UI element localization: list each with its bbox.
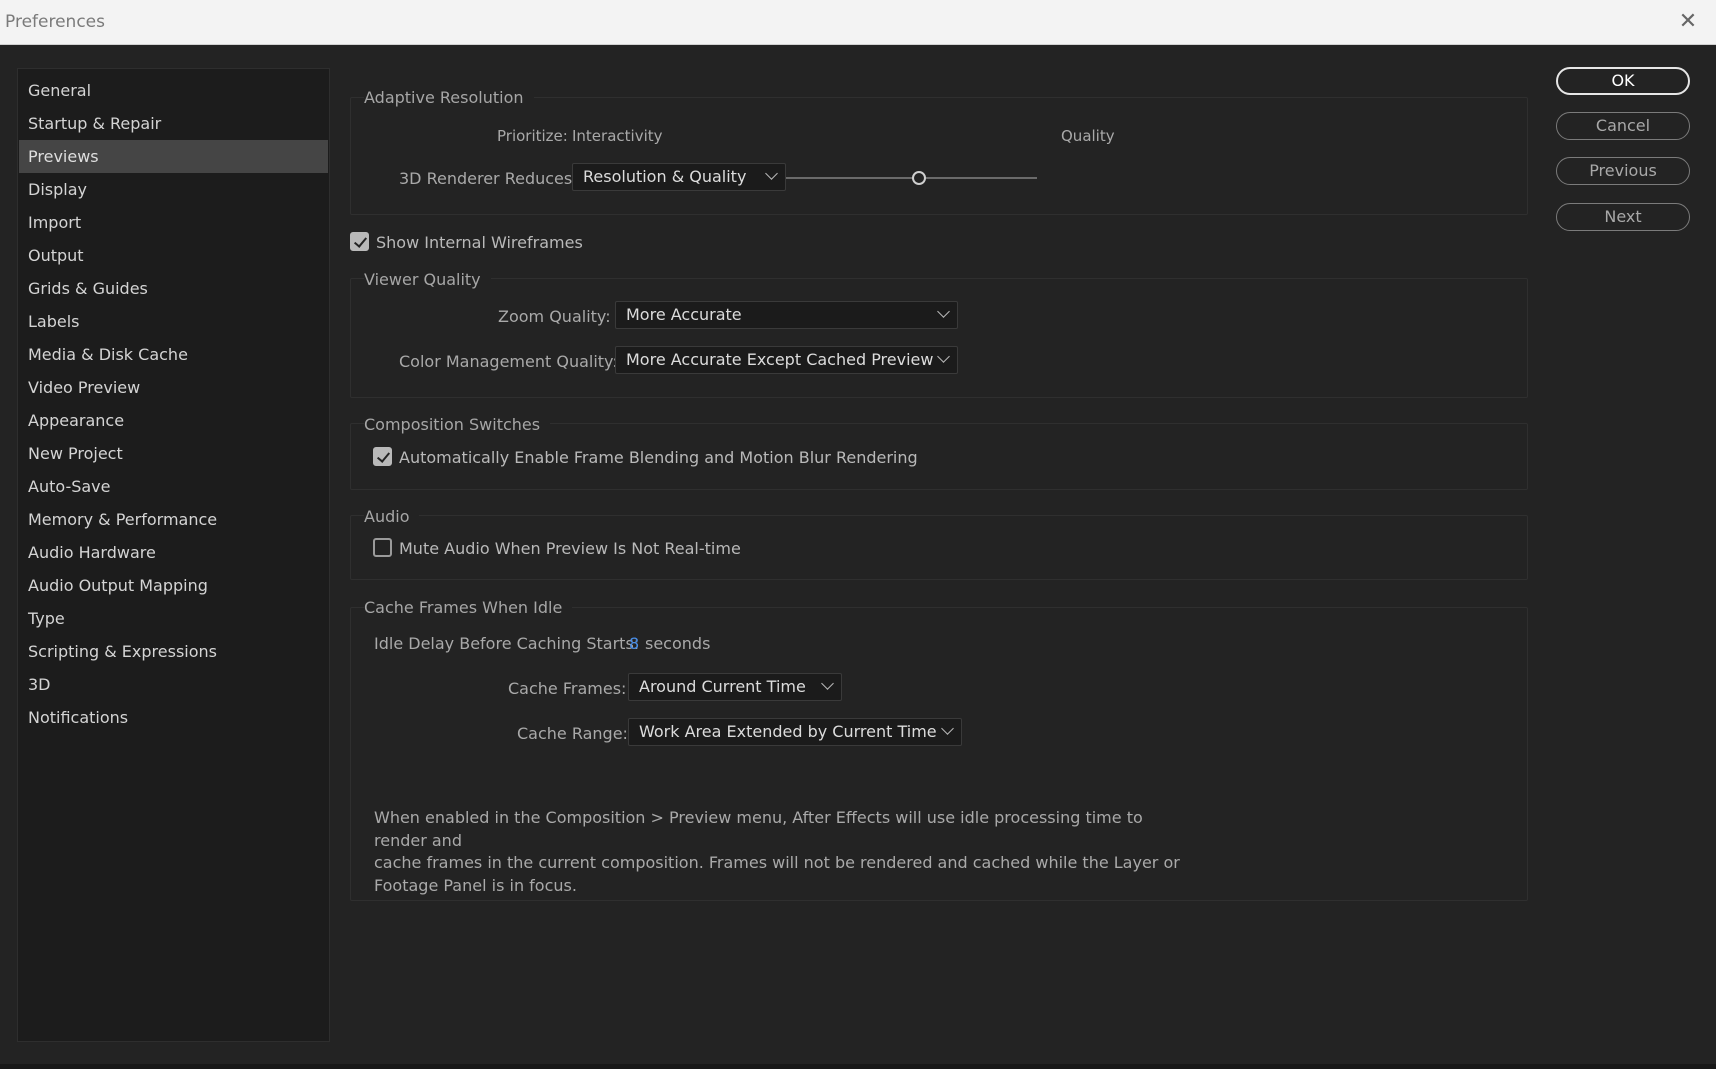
zoom-quality-value: More Accurate [626,305,742,324]
chevron-down-icon [941,722,954,735]
title-bar: Preferences ✕ [0,0,1716,45]
sidebar-item-auto-save[interactable]: Auto-Save [19,470,328,503]
chevron-down-icon [821,677,834,690]
sidebar-item-import[interactable]: Import [19,206,328,239]
sidebar-item-video-preview[interactable]: Video Preview [19,371,328,404]
adaptive-resolution-title: Adaptive Resolution [364,88,534,107]
chevron-down-icon [765,167,778,180]
idle-delay-value[interactable]: 8 [629,634,639,653]
sidebar-item-media-disk-cache[interactable]: Media & Disk Cache [19,338,328,371]
cache-range-select[interactable]: Work Area Extended by Current Time [628,718,962,746]
viewer-quality-title: Viewer Quality [364,270,491,289]
zoom-quality-label: Zoom Quality: [498,307,611,326]
viewer-quality-group [350,278,1528,398]
mute-audio-label: Mute Audio When Preview Is Not Real-time [399,539,741,558]
sidebar-item-appearance[interactable]: Appearance [19,404,328,437]
zoom-quality-select[interactable]: More Accurate [615,301,958,329]
wireframes-label: Show Internal Wireframes [376,233,583,252]
cache-description-line: Footage Panel is in focus. [374,875,577,895]
frame-blending-checkbox[interactable] [373,447,392,466]
interactivity-label: Interactivity [572,127,663,145]
sidebar-item-scripting-expressions[interactable]: Scripting & Expressions [19,635,328,668]
sidebar-item-notifications[interactable]: Notifications [19,701,328,734]
sidebar-item-previews[interactable]: Previews [19,140,328,173]
quality-label: Quality [1061,127,1115,145]
cache-description-line: cache frames in the current composition.… [374,853,1180,872]
composition-switches-title: Composition Switches [364,415,551,434]
next-button[interactable]: Next [1556,203,1690,231]
renderer-reduces-select[interactable]: Resolution & Quality [572,163,786,191]
prioritize-label: Prioritize: [497,127,568,145]
idle-delay-unit: seconds [645,634,711,653]
previous-button[interactable]: Previous [1556,157,1690,185]
preferences-dialog: General Startup & Repair Previews Display Im… [0,45,1716,1069]
cache-range-label: Cache Range: [517,724,628,743]
sidebar-item-memory-performance[interactable]: Memory & Performance [19,503,328,536]
sidebar-item-output[interactable]: Output [19,239,328,272]
adaptive-resolution-group [350,97,1528,215]
cache-frames-label: Cache Frames: [508,679,627,698]
color-management-value: More Accurate Except Cached Preview [626,350,934,369]
sidebar-item-grids-guides[interactable]: Grids & Guides [19,272,328,305]
audio-title: Audio [364,507,420,526]
bottom-strip [0,1064,1716,1069]
idle-delay-label: Idle Delay Before Caching Starts: [374,634,640,653]
ok-button[interactable]: OK [1556,67,1690,95]
sidebar-item-new-project[interactable]: New Project [19,437,328,470]
color-management-label: Color Management Quality: [399,352,618,371]
color-management-select[interactable]: More Accurate Except Cached Preview [615,346,958,374]
renderer-reduces-label: 3D Renderer Reduces: [399,169,578,188]
cache-description-line: When enabled in the Composition > Previe… [374,808,1143,850]
chevron-down-icon [937,350,950,363]
sidebar-item-display[interactable]: Display [19,173,328,206]
chevron-down-icon [937,305,950,318]
cache-frames-value: Around Current Time [639,677,806,696]
sidebar-item-3d[interactable]: 3D [19,668,328,701]
preferences-sidebar: General Startup & Repair Previews Display Im… [17,68,330,1042]
sidebar-item-labels[interactable]: Labels [19,305,328,338]
check-icon [376,449,391,463]
sidebar-item-general[interactable]: General [19,74,328,107]
sidebar-item-audio-hardware[interactable]: Audio Hardware [19,536,328,569]
mute-audio-checkbox[interactable] [373,538,392,557]
check-icon [353,234,368,248]
wireframes-checkbox[interactable] [350,232,369,251]
cache-frames-select[interactable]: Around Current Time [628,673,842,701]
cache-range-value: Work Area Extended by Current Time [639,722,937,741]
window-title: Preferences [5,12,105,32]
renderer-reduces-value: Resolution & Quality [583,167,747,186]
cancel-button[interactable]: Cancel [1556,112,1690,140]
close-icon[interactable]: ✕ [1674,8,1702,36]
frame-blending-label: Automatically Enable Frame Blending and … [399,448,918,467]
cache-description: When enabled in the Composition > Previe… [374,807,1184,897]
sidebar-item-startup-repair[interactable]: Startup & Repair [19,107,328,140]
cache-idle-title: Cache Frames When Idle [364,598,573,617]
sidebar-item-type[interactable]: Type [19,602,328,635]
sidebar-item-audio-output-mapping[interactable]: Audio Output Mapping [19,569,328,602]
